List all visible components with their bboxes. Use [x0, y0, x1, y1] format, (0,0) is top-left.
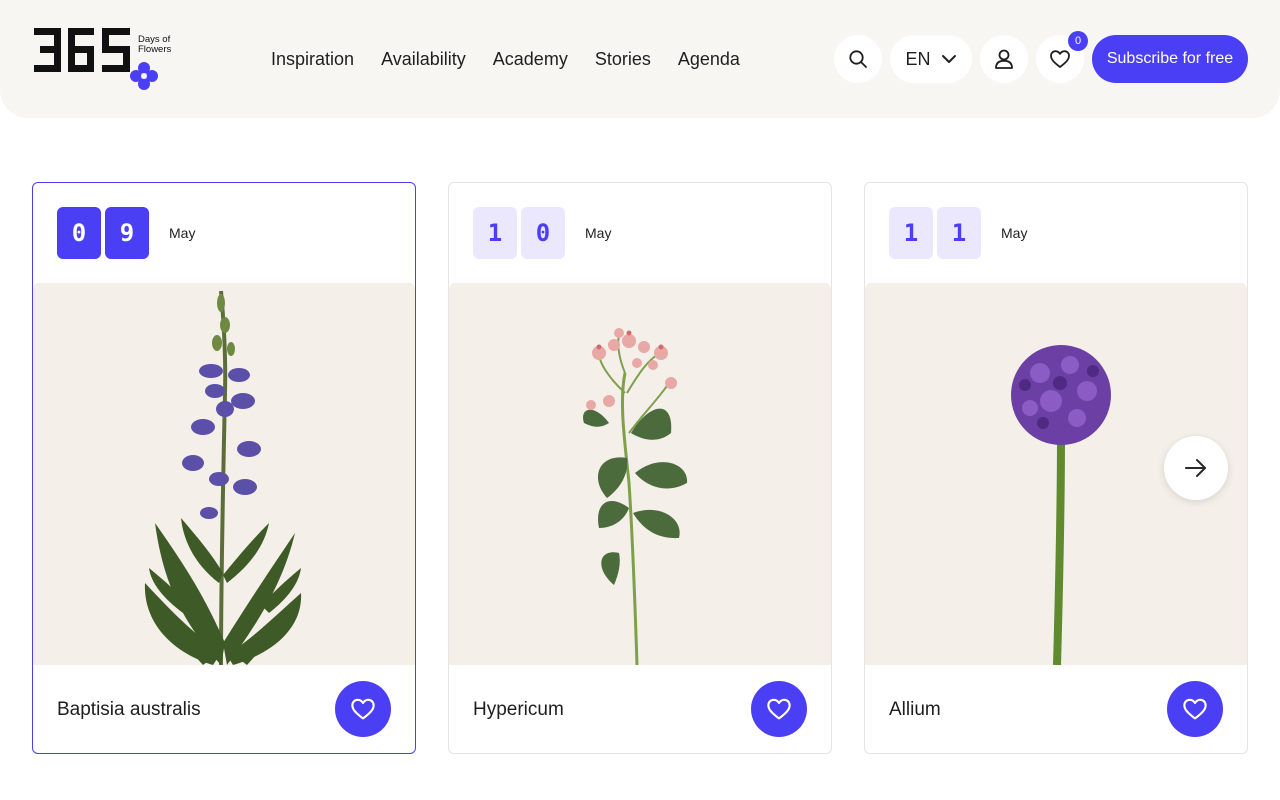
language-label: EN	[905, 48, 931, 69]
date-digit: 1	[473, 207, 517, 259]
date-display: 0 9 May	[57, 207, 195, 259]
flower-image[interactable]	[449, 283, 831, 665]
flower-card[interactable]: 1 0 May Hypericum	[448, 182, 832, 754]
date-display: 1 1 May	[889, 207, 1027, 259]
carousel-next-button[interactable]	[1164, 436, 1228, 500]
date-digit: 1	[889, 207, 933, 259]
add-favorite-button[interactable]	[335, 681, 391, 737]
nav-availability[interactable]: Availability	[381, 47, 466, 71]
heart-icon	[1183, 698, 1207, 720]
date-month: May	[585, 225, 612, 241]
flower-name: Baptisia australis	[57, 699, 201, 720]
chevron-down-icon	[941, 55, 956, 63]
add-favorite-button[interactable]	[751, 681, 807, 737]
add-favorite-button[interactable]	[1167, 681, 1223, 737]
nav-inspiration[interactable]: Inspiration	[271, 47, 354, 71]
account-button[interactable]	[980, 35, 1028, 83]
nav-academy[interactable]: Academy	[493, 47, 568, 71]
favorites-count-badge: 0	[1068, 31, 1088, 51]
date-month: May	[169, 225, 196, 241]
nav-agenda[interactable]: Agenda	[678, 47, 740, 71]
heart-icon	[1050, 50, 1070, 68]
flower-image[interactable]	[33, 283, 415, 665]
date-digit: 0	[57, 207, 101, 259]
arrow-right-icon	[1185, 459, 1206, 477]
main-nav: Inspiration Availability Academy Stories…	[271, 47, 740, 71]
hypericum-illustration	[583, 328, 688, 665]
subscribe-button[interactable]: Subscribe for free	[1092, 35, 1248, 83]
flower-name: Allium	[889, 699, 941, 720]
site-header: Days of Flowers Inspiration Availability…	[0, 0, 1280, 118]
date-display: 1 0 May	[473, 207, 611, 259]
logo-365-mark	[34, 28, 130, 72]
heart-icon	[351, 698, 375, 720]
flower-name: Hypericum	[473, 699, 564, 720]
heart-icon	[767, 698, 791, 720]
date-digit: 9	[105, 207, 149, 259]
date-digit: 1	[937, 207, 981, 259]
search-icon	[849, 50, 867, 68]
date-digit: 0	[521, 207, 565, 259]
user-icon	[995, 49, 1013, 69]
search-button[interactable]	[834, 35, 882, 83]
nav-stories[interactable]: Stories	[595, 47, 651, 71]
flower-card[interactable]: 0 9 May Baptisia australis	[32, 182, 416, 754]
logo-tagline: Days of Flowers	[138, 34, 172, 55]
language-selector[interactable]: EN	[890, 35, 972, 83]
baptisia-illustration	[144, 290, 302, 665]
flower-logo-icon	[130, 62, 158, 90]
logo[interactable]: Days of Flowers	[34, 26, 184, 92]
date-month: May	[1001, 225, 1028, 241]
